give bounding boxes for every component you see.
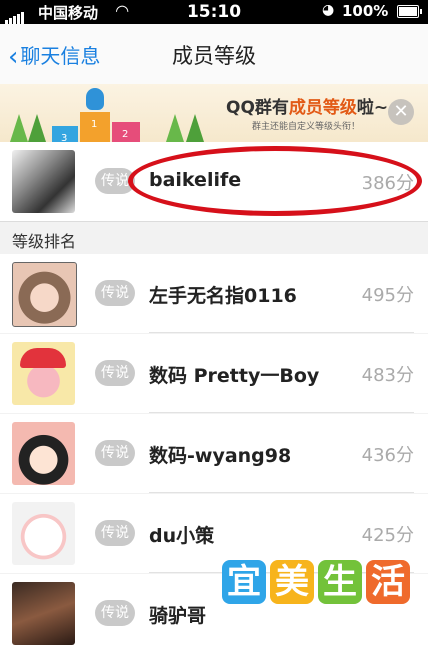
row-divider	[149, 332, 414, 333]
level-badge: 传说	[95, 440, 135, 466]
section-title: 等级排名	[12, 232, 77, 251]
watermark-char: 宜	[222, 560, 266, 604]
avatar	[12, 582, 75, 645]
avatar	[12, 422, 75, 485]
podium-number: 2	[122, 129, 129, 140]
tree-decoration	[28, 114, 46, 142]
row-divider	[149, 492, 414, 493]
member-name: 数码 Pretty一Boy	[149, 365, 320, 387]
podium-first: 1	[80, 112, 110, 142]
watermark-char: 美	[270, 560, 314, 604]
podium-number: 1	[91, 119, 98, 130]
avatar	[12, 342, 75, 405]
level-badge: 传说	[95, 360, 135, 386]
list-item[interactable]: 传说 数码-wyang98 436分	[0, 414, 428, 493]
member-score: 436分	[361, 445, 414, 466]
tree-decoration	[166, 114, 184, 142]
avatar	[12, 150, 75, 213]
mascot-illustration	[86, 88, 104, 110]
rotation-lock-icon: ◕	[322, 2, 335, 18]
member-name: 骑驴哥	[149, 605, 207, 627]
member-score: 425分	[361, 525, 414, 546]
level-badge: 传说	[95, 600, 135, 626]
watermark-char: 生	[318, 560, 362, 604]
list-item[interactable]: 传说 数码 Pretty一Boy 483分	[0, 334, 428, 413]
tree-decoration	[10, 114, 28, 142]
member-name: 左手无名指0116	[149, 285, 297, 307]
cap-shape	[20, 348, 66, 368]
close-icon: ✕	[393, 101, 409, 122]
podium-number: 3	[61, 133, 68, 142]
close-banner-button[interactable]: ✕	[388, 99, 414, 125]
row-divider	[149, 412, 414, 413]
promo-banner[interactable]: 3 1 2 QQ群有成员等级啦~ 群主还能自定义等级头衔！ ✕	[0, 84, 428, 142]
member-score: 495分	[361, 285, 414, 306]
banner-headline: QQ群有成员等级啦~	[226, 93, 388, 118]
watermark-logo: 宜美生活	[222, 560, 414, 604]
member-name: 数码-wyang98	[149, 445, 292, 467]
member-score: 483分	[361, 365, 414, 386]
member-name: du小策	[149, 525, 215, 547]
banner-headline-highlight: 成员等级	[288, 98, 357, 118]
battery-percent: 100%	[342, 2, 389, 20]
avatar	[12, 502, 75, 565]
avatar	[12, 262, 77, 327]
banner-headline-prefix: QQ群有	[226, 98, 289, 118]
section-header: 等级排名	[0, 221, 428, 255]
battery-icon	[397, 5, 422, 18]
podium-third: 3	[52, 126, 78, 142]
watermark-char: 活	[366, 560, 410, 604]
level-badge: 传说	[95, 280, 135, 306]
status-bar: 中国移动 ◠ 15:10 ◕ 100%	[0, 0, 428, 24]
level-badge: 传说	[95, 520, 135, 546]
banner-subtitle: 群主还能自定义等级头衔！	[252, 122, 361, 132]
banner-headline-suffix: 啦~	[356, 98, 389, 118]
red-circle-annotation	[128, 146, 422, 216]
page-title: 成员等级	[172, 44, 256, 68]
list-item[interactable]: 传说 左手无名指0116 495分	[0, 254, 428, 333]
podium-second: 2	[112, 122, 140, 142]
tree-decoration	[186, 114, 204, 142]
nav-bar: ‹ 聊天信息 成员等级	[0, 24, 428, 85]
